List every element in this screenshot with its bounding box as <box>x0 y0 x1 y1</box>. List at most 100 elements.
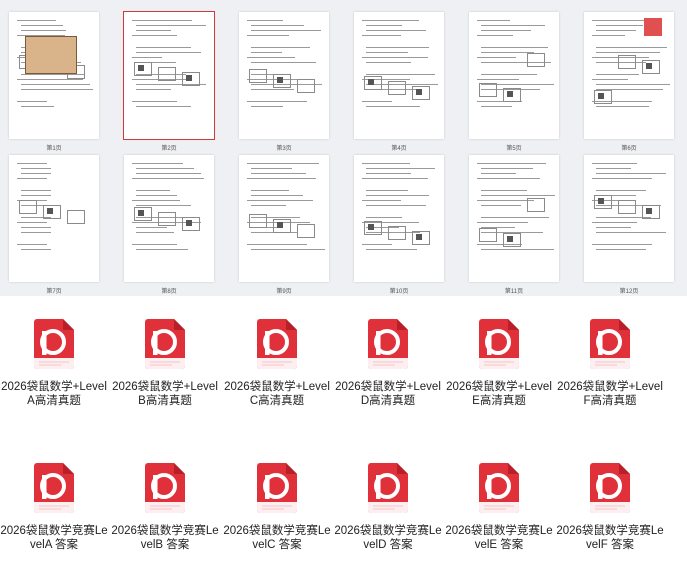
page-thumbnail[interactable] <box>9 155 99 282</box>
page-text-line <box>596 30 636 31</box>
page-text-line <box>481 74 537 75</box>
page-text-line <box>132 57 162 58</box>
page-text-line <box>21 232 51 233</box>
page-text-line <box>136 25 206 26</box>
page-text-line <box>481 249 554 250</box>
page-thumbnail[interactable] <box>469 155 559 282</box>
page-text-line <box>136 106 191 107</box>
page-text-line <box>366 30 426 31</box>
page-thumbnail[interactable] <box>239 155 329 282</box>
page-text-line <box>251 30 321 31</box>
page-text-line <box>596 52 660 53</box>
page-text-line <box>592 35 625 36</box>
page-text-line <box>247 35 289 36</box>
page-text-line <box>477 163 546 164</box>
page-text-line <box>481 195 555 196</box>
page-thumbnail[interactable] <box>354 155 444 282</box>
page-figure <box>19 200 37 214</box>
page-text-line <box>366 190 408 191</box>
page-text-line <box>596 168 631 169</box>
page-text-line <box>251 249 325 250</box>
page-label: 第8页 <box>161 289 177 295</box>
page-text-line <box>477 222 528 223</box>
page-text-line <box>366 168 435 169</box>
page-text-line <box>21 25 63 26</box>
page-text-line <box>136 47 191 48</box>
page-text-line <box>592 244 652 245</box>
page-text-line <box>477 57 516 58</box>
file-name: 2026袋鼠数学+LevelF高清真题 <box>557 381 663 407</box>
page-text-line <box>17 79 83 80</box>
page-text-line <box>366 249 417 250</box>
page-text-line <box>132 244 177 245</box>
page-figure <box>158 212 176 226</box>
page-thumbnail[interactable] <box>9 12 99 139</box>
page-thumbnail[interactable] <box>469 12 559 139</box>
page-figure-fill <box>368 79 374 85</box>
page-text-line <box>132 163 183 164</box>
page-thumbnail[interactable] <box>123 11 215 140</box>
page-text-line <box>136 190 170 191</box>
file-name: 2026袋鼠数学竞赛LevelF 答案 <box>556 525 664 551</box>
page-text-line <box>366 173 411 174</box>
page-text-line <box>247 101 307 102</box>
page-text-line <box>136 52 201 53</box>
page-text-line <box>17 101 47 102</box>
file-name: 2026袋鼠数学+LevelB高清真题 <box>112 381 218 407</box>
page-text-line <box>481 106 512 107</box>
page-text-line <box>136 168 194 169</box>
page-thumbnail[interactable] <box>354 12 444 139</box>
page-label: 第12页 <box>619 289 639 295</box>
page-text-line <box>596 106 649 107</box>
page-text-line <box>366 74 435 75</box>
page-label: 第4页 <box>391 146 407 152</box>
page-text-line <box>21 89 93 90</box>
page-text-line <box>592 222 637 223</box>
pdf-preview-panel: 第1页 第2页 第3页 第4页 第5页 第6页 第7页 第8页 第9页 第10页 第11页 第12页 <box>0 0 687 296</box>
pdf-file-icon <box>144 462 186 514</box>
page-text-line <box>132 20 192 21</box>
page-label: 第9页 <box>276 289 292 295</box>
page-text-line <box>596 190 646 191</box>
page-text-line <box>362 57 428 58</box>
pdf-file-icon <box>367 462 409 514</box>
page-text-line <box>17 244 47 245</box>
page-text-line <box>251 47 310 48</box>
page-text-line <box>596 173 666 174</box>
page-text-line <box>366 62 411 63</box>
page-thumbnail[interactable] <box>239 12 329 139</box>
page-figure-fill <box>47 208 53 214</box>
page-text-line <box>596 74 639 75</box>
page-text-line <box>481 30 531 31</box>
page-text-line <box>247 57 295 58</box>
page-text-line <box>136 227 167 228</box>
page-thumbnail[interactable] <box>584 155 674 282</box>
page-text-line <box>251 52 282 53</box>
page-thumbnail[interactable] <box>124 155 214 282</box>
page-thumbnail[interactable] <box>584 12 674 139</box>
file-name: 2026袋鼠数学竞赛LevelC 答案 <box>223 525 331 551</box>
page-text-line <box>136 232 174 233</box>
page-figure <box>479 83 497 97</box>
page-text-line <box>251 89 294 90</box>
page-text-line <box>17 222 47 223</box>
page-figure <box>618 55 636 69</box>
page-figure <box>158 67 176 81</box>
file-name: 2026袋鼠数学竞赛LevelA 答案 <box>0 525 108 551</box>
page-figure <box>249 214 267 228</box>
page-text-line <box>136 173 201 174</box>
file-name: 2026袋鼠数学+LevelE高清真题 <box>446 381 552 407</box>
page-text-line <box>477 79 519 80</box>
page-text-line <box>481 205 521 206</box>
pdf-file-icon <box>589 462 631 514</box>
page-text-line <box>251 190 289 191</box>
page-figure-fill <box>598 93 604 99</box>
page-text-line <box>247 200 313 201</box>
file-name: 2026袋鼠数学竞赛LevelE 答案 <box>445 525 553 551</box>
page-figure-fill <box>646 63 652 69</box>
page-text-line <box>136 249 188 250</box>
page-text-line <box>592 163 637 164</box>
page-figure-fill <box>507 91 513 97</box>
page-text-line <box>481 168 533 169</box>
page-text-line <box>247 244 307 245</box>
